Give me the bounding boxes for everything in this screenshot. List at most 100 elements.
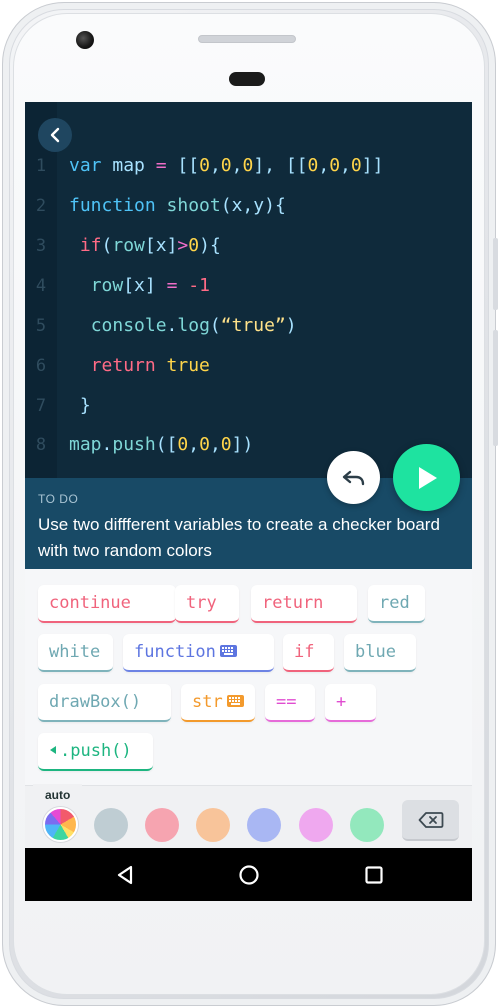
code-token: , (231, 155, 243, 176)
caret-left-icon (50, 745, 56, 754)
code-token: row (112, 235, 145, 256)
code-token-button[interactable]: blue (344, 634, 416, 672)
token-label: continue (49, 593, 131, 613)
line-number: 4 (35, 276, 47, 296)
token-label: drawBox() (49, 692, 142, 712)
code-token: , (188, 434, 200, 455)
color-wheel-icon[interactable] (43, 807, 78, 842)
code-token: , (340, 155, 351, 176)
code-token: 0 (177, 434, 189, 455)
code-token: map (69, 434, 102, 455)
code-token: y (253, 195, 265, 216)
keyboard-icon (226, 694, 244, 707)
code-line[interactable]: 2 function shoot(x,y){ (25, 191, 472, 221)
code-line[interactable]: 7 } (25, 391, 472, 421)
code-editor[interactable]: 1 var map = [[0,0,0], [[0,0,0]] 2 function … (25, 102, 472, 478)
code-token: var (69, 155, 113, 176)
code-token-button[interactable]: function (123, 634, 274, 672)
code-token: ]) (231, 434, 254, 455)
code-line[interactable]: 3 if(row[x]>0){ (25, 231, 472, 261)
earpiece (229, 72, 265, 86)
code-token-button[interactable]: drawBox() (38, 684, 171, 722)
run-button[interactable] (393, 444, 460, 511)
code-token: [ (123, 275, 135, 296)
color-swatch[interactable] (299, 808, 333, 842)
code-token: ){ (199, 235, 221, 256)
code-token: [ (296, 155, 308, 176)
backspace-icon (418, 811, 443, 828)
speaker-grill (198, 35, 296, 43)
nav-back-button[interactable] (112, 862, 138, 888)
code-token: 0 (242, 155, 254, 176)
color-swatch[interactable] (350, 808, 384, 842)
code-token-button[interactable]: == (265, 684, 315, 722)
line-number: 5 (35, 316, 47, 336)
code-line[interactable]: 5 console.log(“true”) (25, 311, 472, 341)
circle-home-icon (239, 865, 259, 885)
code-line[interactable]: 6 return true (25, 351, 472, 381)
undo-button[interactable] (327, 451, 380, 504)
todo-instruction: Use two diffferent variables to create a… (38, 515, 440, 560)
nav-recents-button[interactable] (361, 862, 387, 888)
nav-home-button[interactable] (236, 862, 262, 888)
code-line[interactable]: 4 row[x] = -1 (25, 271, 472, 301)
token-label: .push() (60, 741, 132, 761)
code-token: x (155, 235, 167, 256)
line-number: 8 (35, 435, 47, 455)
code-token: return (90, 355, 167, 376)
line-number: 7 (35, 396, 47, 416)
code-token: ] (144, 275, 167, 296)
code-token: shoot (166, 195, 221, 216)
code-token-button[interactable]: .push() (38, 733, 153, 771)
color-swatch[interactable] (247, 808, 281, 842)
auto-tab[interactable]: auto (33, 784, 83, 808)
code-text: } (69, 391, 91, 421)
token-label: red (379, 593, 410, 613)
code-token-button[interactable]: white (38, 634, 113, 672)
code-token: -1 (188, 275, 210, 296)
code-token: 0 (329, 155, 341, 176)
code-token-button[interactable]: try (175, 585, 239, 623)
code-text: function shoot(x,y){ (69, 191, 286, 221)
code-token: ]] (361, 155, 384, 176)
code-token: ( (220, 195, 232, 216)
code-token: “true” (220, 315, 286, 336)
token-label: try (186, 593, 217, 613)
code-token-button[interactable]: if (283, 634, 334, 672)
code-token: 0 (220, 434, 232, 455)
code-token: 0 (199, 155, 210, 176)
code-token-button[interactable]: continue (38, 585, 176, 623)
code-text: map.push([0,0,0]) (69, 430, 253, 460)
back-button[interactable] (38, 118, 72, 152)
code-token-button[interactable]: + (325, 684, 376, 722)
phone-side-button-lower (493, 330, 498, 446)
line-number: 2 (35, 196, 47, 216)
code-token-button[interactable]: red (368, 585, 425, 623)
color-swatch[interactable] (196, 808, 230, 842)
code-token: [ (144, 235, 156, 256)
triangle-back-icon (117, 865, 133, 885)
token-label: blue (355, 642, 396, 662)
token-label: == (276, 692, 297, 712)
code-token-button[interactable]: return (251, 585, 357, 623)
code-token: 0 (307, 155, 319, 176)
token-label: str (192, 692, 223, 712)
code-line[interactable]: 1 var map = [[0,0,0], [[0,0,0]] (25, 151, 472, 181)
line-number: 1 (35, 156, 47, 176)
code-token-button[interactable]: str (181, 684, 255, 722)
play-icon (418, 466, 437, 489)
code-token: log (177, 315, 210, 336)
square-recents-icon (365, 866, 383, 884)
line-number: 3 (35, 236, 47, 256)
backspace-button[interactable] (402, 800, 459, 841)
color-swatch[interactable] (145, 808, 179, 842)
code-text: if(row[x]>0){ (69, 231, 221, 261)
code-token: , (318, 155, 330, 176)
todo-label: TO DO (38, 492, 79, 506)
phone-side-button-upper (493, 238, 498, 310)
code-token: ( (101, 235, 113, 256)
color-swatch[interactable] (94, 808, 128, 842)
code-token: . (166, 315, 178, 336)
code-token: push (112, 434, 156, 455)
